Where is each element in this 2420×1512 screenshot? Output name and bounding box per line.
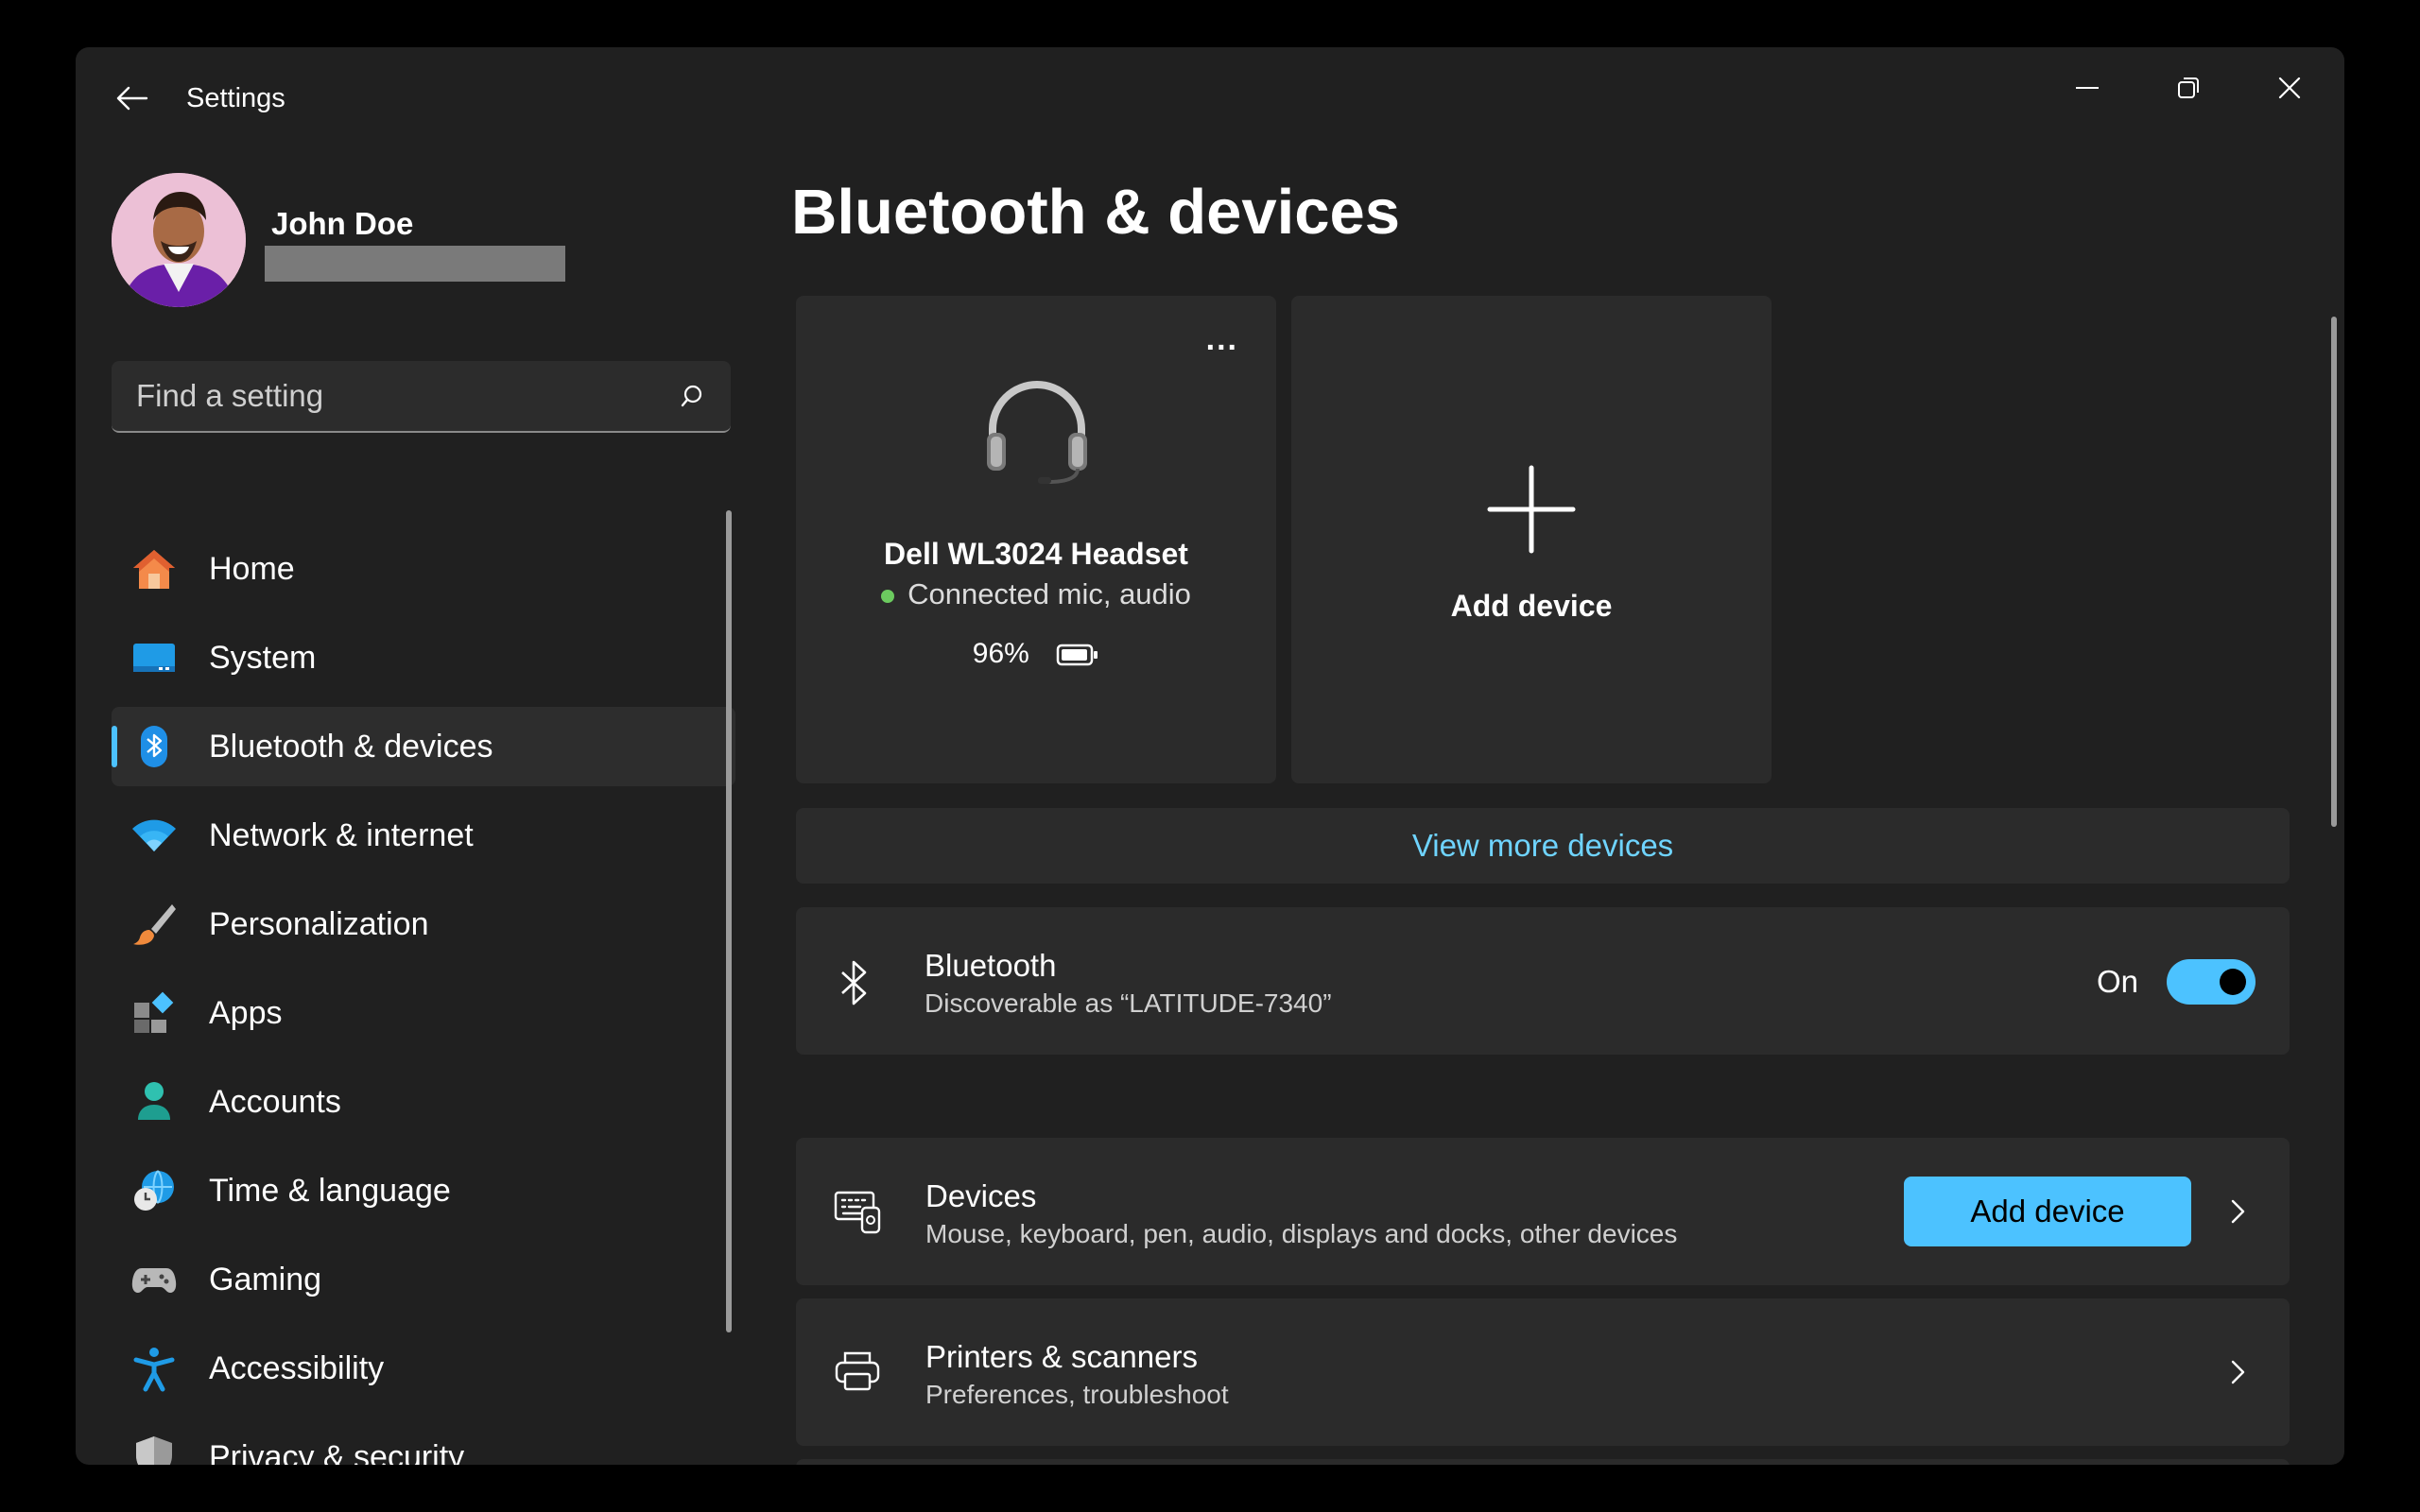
sidebar-item-home[interactable]: Home <box>112 529 735 609</box>
sidebar-nav: Home System Bluetooth & devices Network … <box>112 529 735 1465</box>
page-title: Bluetooth & devices <box>791 177 1401 248</box>
devices-title: Devices <box>925 1178 1037 1213</box>
sidebar-item-privacy-security[interactable]: Privacy & security <box>112 1418 735 1465</box>
person-icon <box>130 1078 178 1125</box>
bluetooth-subtitle: Discoverable as “LATITUDE-7340” <box>925 988 1332 1018</box>
device-status: Connected mic, audio <box>796 577 1276 611</box>
search-box[interactable] <box>112 361 731 433</box>
sidebar-item-network-internet[interactable]: Network & internet <box>112 796 735 875</box>
clock-globe-icon <box>130 1167 178 1214</box>
device-battery: 96% <box>796 638 1276 670</box>
view-more-devices-label: View more devices <box>1411 828 1674 863</box>
bluetooth-title: Bluetooth <box>925 948 1057 983</box>
search-input[interactable] <box>112 361 669 431</box>
sidebar-item-time-language[interactable]: Time & language <box>112 1151 735 1230</box>
bluetooth-icon <box>130 723 178 770</box>
user-name: John Doe <box>271 206 414 241</box>
printer-icon <box>835 1351 880 1391</box>
sidebar-item-personalization[interactable]: Personalization <box>112 885 735 964</box>
sidebar-item-label: Time & language <box>209 1172 451 1209</box>
minimize-icon <box>2076 87 2099 89</box>
bluetooth-toggle[interactable] <box>2167 959 2256 1005</box>
system-icon <box>130 634 178 681</box>
keyboard-devices-icon <box>834 1191 881 1234</box>
minimize-button[interactable] <box>2054 64 2120 112</box>
main-scrollbar[interactable] <box>2331 317 2337 827</box>
sidebar-item-label: Accounts <box>209 1083 341 1120</box>
plus-icon <box>1487 465 1576 554</box>
printers-title: Printers & scanners <box>925 1339 1198 1374</box>
avatar[interactable] <box>112 173 246 307</box>
next-setting-row-partial[interactable] <box>796 1459 2290 1465</box>
sidebar-item-label: Personalization <box>209 905 429 942</box>
device-card-headset[interactable]: ... Dell WL3024 Headset Connected mic, a… <box>796 296 1276 783</box>
device-name: Dell WL3024 Headset <box>884 537 1188 571</box>
back-button[interactable] <box>110 81 155 115</box>
settings-window: Settings John Doe Home <box>76 47 2344 1465</box>
sidebar-scrollbar[interactable] <box>726 510 732 1332</box>
accessibility-icon <box>130 1345 178 1392</box>
view-more-devices-link[interactable]: View more devices <box>796 808 2290 884</box>
device-status-text: Connected mic, audio <box>908 577 1191 610</box>
bluetooth-state-label: On <box>2096 964 2138 999</box>
user-photo-icon <box>112 173 246 307</box>
sidebar-item-system[interactable]: System <box>112 618 735 697</box>
restore-icon <box>2178 77 2199 98</box>
devices-subtitle: Mouse, keyboard, pen, audio, displays an… <box>925 1219 1678 1248</box>
gamepad-icon <box>130 1256 178 1303</box>
chevron-right-icon[interactable] <box>2223 1353 2252 1391</box>
connected-status-dot <box>881 589 895 603</box>
bluetooth-symbol-icon <box>841 960 867 1005</box>
user-email-redacted <box>265 246 565 282</box>
shield-icon <box>130 1434 178 1465</box>
sidebar-item-label: Apps <box>209 994 283 1031</box>
printers-scanners-row[interactable]: Printers & scanners Preferences, trouble… <box>796 1298 2290 1446</box>
brush-icon <box>130 901 178 948</box>
wifi-icon <box>130 812 178 859</box>
printers-subtitle: Preferences, troubleshoot <box>925 1380 1229 1409</box>
sidebar-item-gaming[interactable]: Gaming <box>112 1240 735 1319</box>
sidebar-item-label: Network & internet <box>209 816 474 853</box>
add-device-button[interactable]: Add device <box>1904 1177 2191 1246</box>
bluetooth-setting-row: Bluetooth Discoverable as “LATITUDE-7340… <box>796 907 2290 1055</box>
sidebar-item-label: System <box>209 639 317 676</box>
back-arrow-icon <box>116 86 148 111</box>
close-button[interactable] <box>2256 64 2323 112</box>
battery-icon <box>1056 644 1098 666</box>
sidebar-item-accessibility[interactable]: Accessibility <box>112 1329 735 1408</box>
device-more-options-button[interactable]: ... <box>1206 323 1238 355</box>
toggle-knob <box>2220 969 2246 995</box>
add-device-card[interactable]: Add device <box>1291 296 1772 783</box>
home-icon <box>130 545 178 593</box>
battery-percentage: 96% <box>972 638 1029 669</box>
headset-icon <box>987 381 1087 484</box>
sidebar-item-apps[interactable]: Apps <box>112 973 735 1053</box>
sidebar-item-label: Gaming <box>209 1261 322 1297</box>
sidebar-item-accounts[interactable]: Accounts <box>112 1062 735 1142</box>
devices-row[interactable]: Devices Mouse, keyboard, pen, audio, dis… <box>796 1138 2290 1285</box>
restore-button[interactable] <box>2155 64 2221 112</box>
search-icon[interactable] <box>680 382 710 412</box>
sidebar-item-label: Privacy & security <box>209 1438 465 1466</box>
sidebar-item-label: Accessibility <box>209 1349 385 1386</box>
sidebar-item-label: Bluetooth & devices <box>209 728 493 765</box>
sidebar-item-label: Home <box>209 550 295 587</box>
apps-icon <box>130 989 178 1037</box>
sidebar-item-bluetooth-devices[interactable]: Bluetooth & devices <box>112 707 735 786</box>
add-device-card-label: Add device <box>1450 589 1613 623</box>
chevron-right-icon[interactable] <box>2223 1193 2252 1230</box>
close-icon <box>2278 77 2301 99</box>
app-title: Settings <box>186 83 285 113</box>
